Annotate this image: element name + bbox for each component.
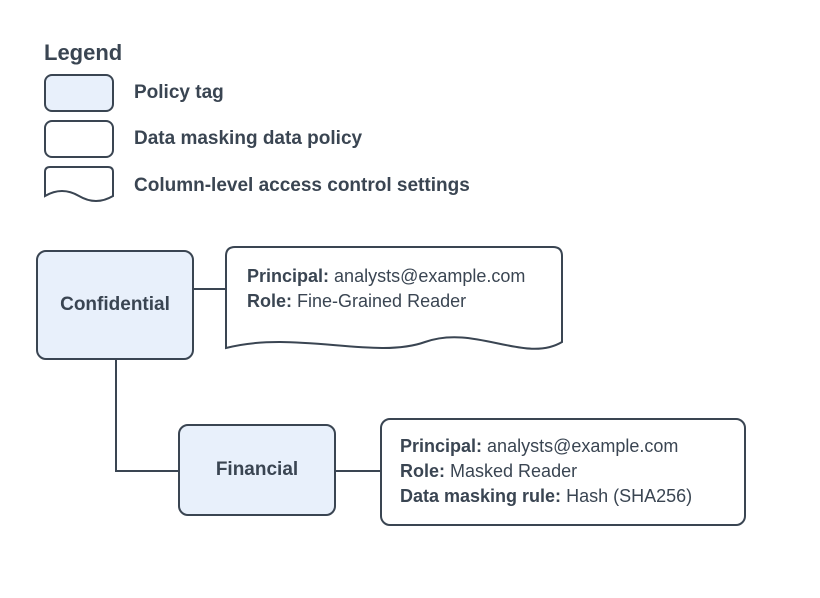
access-control-content: Principal: analysts@example.com Role: Fi… [225, 246, 547, 332]
legend-row-data-policy: Data masking data policy [44, 120, 470, 158]
principal-label: Principal: [400, 436, 482, 456]
policy-tag-label: Confidential [60, 294, 170, 316]
access-control-swatch-icon [44, 166, 114, 206]
legend-row-access-control: Column-level access control settings [44, 166, 470, 206]
principal-label: Principal: [247, 266, 329, 286]
legend: Legend Policy tag Data masking data poli… [44, 40, 470, 214]
policy-tag-node-financial: Financial [178, 424, 336, 516]
legend-label: Column-level access control settings [134, 175, 470, 197]
legend-label: Policy tag [134, 82, 224, 104]
policy-tag-label: Financial [216, 459, 298, 481]
policy-tag-swatch-icon [44, 74, 114, 112]
role-value: Masked Reader [450, 461, 577, 481]
role-value: Fine-Grained Reader [297, 291, 466, 311]
role-label: Role: [400, 461, 445, 481]
connector-line [115, 470, 178, 472]
policy-tag-node-confidential: Confidential [36, 250, 194, 360]
rule-value: Hash (SHA256) [566, 486, 692, 506]
principal-value: analysts@example.com [487, 436, 678, 456]
access-control-node: Principal: analysts@example.com Role: Fi… [225, 246, 563, 360]
legend-title: Legend [44, 40, 470, 66]
legend-label: Data masking data policy [134, 128, 362, 150]
data-policy-swatch-icon [44, 120, 114, 158]
connector-line [336, 470, 380, 472]
principal-value: analysts@example.com [334, 266, 525, 286]
diagram-canvas: Legend Policy tag Data masking data poli… [0, 0, 820, 598]
connector-line [194, 288, 225, 290]
connector-line [115, 360, 117, 472]
role-label: Role: [247, 291, 292, 311]
data-policy-node: Principal: analysts@example.com Role: Ma… [380, 418, 746, 526]
rule-label: Data masking rule: [400, 486, 561, 506]
legend-row-policy-tag: Policy tag [44, 74, 470, 112]
